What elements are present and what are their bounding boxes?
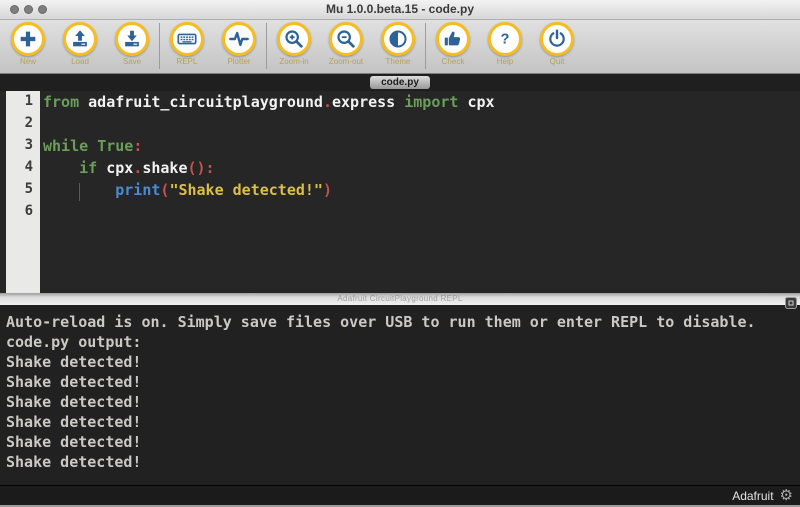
code-line[interactable]	[43, 203, 800, 225]
toolbar-button-label: Plotter	[227, 57, 250, 66]
load-arrow-icon	[63, 22, 97, 56]
code-token: )	[323, 181, 332, 199]
code-token: while	[43, 137, 88, 155]
code-token: from	[43, 93, 79, 111]
question-icon: ?	[488, 22, 522, 56]
theme-button[interactable]: Theme	[372, 22, 424, 66]
toolbar-button-label: Check	[442, 57, 465, 66]
line-number: 4	[6, 159, 40, 181]
thumbs-up-icon	[436, 22, 470, 56]
toolbar-button-label: New	[20, 57, 36, 66]
plotter-icon	[222, 22, 256, 56]
repl-output[interactable]: Auto-reload is on. Simply save files ove…	[0, 305, 800, 485]
title-bar: Mu 1.0.0.beta.15 - code.py	[0, 0, 800, 20]
code-token: import	[404, 93, 458, 111]
minimize-button[interactable]	[24, 5, 33, 14]
toolbar: New Load Save REPL Plotter Zoom-in Zoom-out The…	[0, 20, 800, 74]
code-token	[88, 137, 97, 155]
plus-icon	[11, 22, 45, 56]
toolbar-separator	[159, 23, 160, 69]
plotter-button[interactable]: Plotter	[213, 22, 265, 66]
code-token: "Shake detected!"	[169, 181, 323, 199]
code-token: True	[97, 137, 133, 155]
code-token	[43, 159, 79, 177]
load-button[interactable]: Load	[54, 22, 106, 66]
pane-splitter[interactable]: Adafruit CircuitPlayground REPL	[0, 293, 800, 305]
new-button[interactable]: New	[2, 22, 54, 66]
zoom-out-button[interactable]: Zoom-out	[320, 22, 372, 66]
repl-line: Shake detected!	[6, 353, 800, 373]
toolbar-separator	[425, 23, 426, 69]
toolbar-button-label: Quit	[550, 57, 565, 66]
code-token: :	[133, 137, 142, 155]
line-number: 2	[6, 115, 40, 137]
save-button[interactable]: Save	[106, 22, 158, 66]
repl-pane-title: Adafruit CircuitPlayground REPL	[0, 293, 800, 305]
code-token: cpx	[458, 93, 494, 111]
toolbar-button-label: Help	[497, 57, 513, 66]
close-button[interactable]	[10, 5, 19, 14]
line-number: 1	[6, 93, 40, 115]
mu-editor-window: Mu 1.0.0.beta.15 - code.py New Load Save RE…	[0, 0, 800, 507]
toolbar-button-label: Zoom-in	[279, 57, 308, 66]
code-token: .	[323, 93, 332, 111]
repl-line: Shake detected!	[6, 373, 800, 393]
line-number: 3	[6, 137, 40, 159]
code-token: if	[79, 159, 97, 177]
gear-icon[interactable]: ⚙	[780, 488, 793, 503]
code-token: adafruit_circuitplayground	[79, 93, 323, 111]
repl-line: Shake detected!	[6, 453, 800, 473]
editor-code[interactable]: from adafruit_circuitplayground.express …	[40, 91, 800, 225]
toolbar-button-label: Load	[71, 57, 89, 66]
help-button[interactable]: ? Help	[479, 22, 531, 66]
svg-text:?: ?	[501, 32, 510, 48]
code-line[interactable]: print("Shake detected!")	[43, 181, 800, 203]
toolbar-button-label: Save	[123, 57, 141, 66]
save-arrow-icon	[115, 22, 149, 56]
repl-line: code.py output:	[6, 333, 800, 353]
code-line[interactable]	[43, 115, 800, 137]
code-token: shake	[142, 159, 187, 177]
toolbar-button-label: REPL	[177, 57, 198, 66]
check-button[interactable]: Check	[427, 22, 479, 66]
editor-gutter: 123456	[6, 91, 40, 293]
zoom-window-button[interactable]	[38, 5, 47, 14]
repl-line: Shake detected!	[6, 393, 800, 413]
tab-code-py[interactable]: code.py	[370, 76, 430, 89]
toolbar-button-label: Zoom-out	[329, 57, 363, 66]
code-line[interactable]: from adafruit_circuitplayground.express …	[43, 93, 800, 115]
zoom-in-icon	[277, 22, 311, 56]
tab-bar: code.py	[0, 74, 800, 91]
contrast-icon	[381, 22, 415, 56]
code-token: express	[332, 93, 404, 111]
repl-button[interactable]: REPL	[161, 22, 213, 66]
line-number: 6	[6, 203, 40, 225]
code-token: .	[133, 159, 142, 177]
mode-label[interactable]: Adafruit	[732, 489, 773, 503]
code-editor[interactable]: 123456 from adafruit_circuitplayground.e…	[0, 91, 800, 293]
toolbar-separator	[266, 23, 267, 69]
zoom-in-button[interactable]: Zoom-in	[268, 22, 320, 66]
window-title: Mu 1.0.0.beta.15 - code.py	[0, 0, 800, 19]
code-line[interactable]: while True:	[43, 137, 800, 159]
code-token: print	[115, 181, 160, 199]
traffic-lights	[10, 5, 47, 14]
undock-pane-icon[interactable]	[785, 296, 797, 308]
zoom-out-icon	[329, 22, 363, 56]
toolbar-button-label: Theme	[386, 57, 411, 66]
line-number: 5	[6, 181, 40, 203]
code-token: ():	[188, 159, 215, 177]
repl-line: Shake detected!	[6, 433, 800, 453]
repl-line: Auto-reload is on. Simply save files ove…	[6, 313, 800, 333]
power-icon	[540, 22, 574, 56]
quit-button[interactable]: Quit	[531, 22, 583, 66]
repl-line: Shake detected!	[6, 413, 800, 433]
code-line[interactable]: if cpx.shake():	[43, 159, 800, 181]
keyboard-icon	[170, 22, 204, 56]
code-token: cpx	[97, 159, 133, 177]
status-bar: Adafruit ⚙	[0, 485, 800, 507]
indent-guide-line	[79, 183, 80, 201]
